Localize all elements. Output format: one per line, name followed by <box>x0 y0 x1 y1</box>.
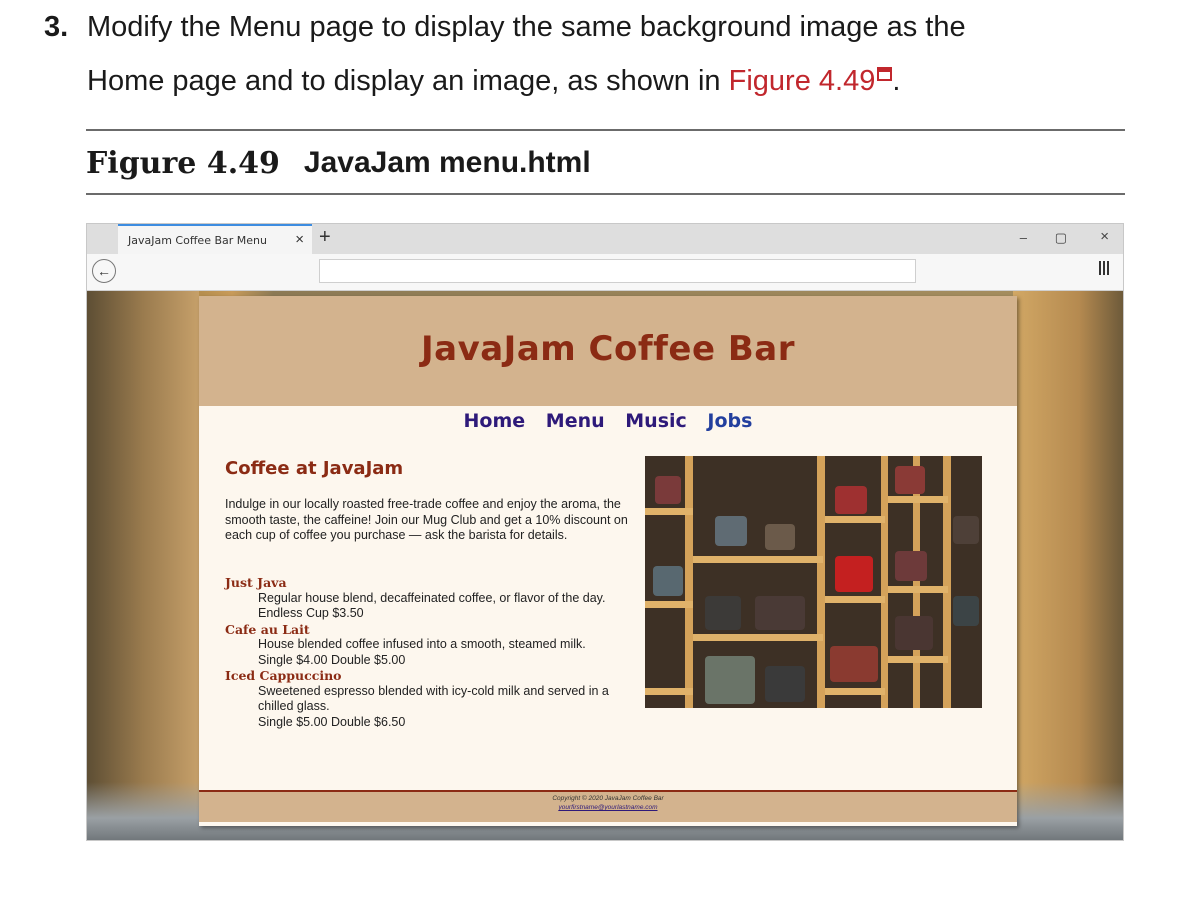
forest-background-right <box>1013 291 1123 840</box>
browser-tab[interactable]: JavaJam Coffee Bar Menu × <box>118 224 312 254</box>
browser-toolbar: ← <box>87 254 1123 291</box>
menu-item-desc: Regular house blend, decaffeinated coffe… <box>258 590 606 605</box>
figure-link[interactable]: Figure 4.49 <box>729 65 876 97</box>
tab-title: JavaJam Coffee Bar Menu <box>128 234 267 247</box>
nav-link-music[interactable]: Music <box>625 410 687 432</box>
figure-top-rule <box>86 129 1125 131</box>
site-page: JavaJam Coffee Bar Home Menu Music Jobs … <box>199 296 1017 826</box>
coffee-menu-list: Just Java Regular house blend, decaffein… <box>225 575 645 730</box>
menu-item-name: Iced Cappuccino <box>225 668 342 683</box>
nav-link-home[interactable]: Home <box>464 410 526 432</box>
copyright-text: Copyright © 2020 JavaJam Coffee Bar <box>552 795 664 802</box>
new-tab-icon[interactable]: + <box>319 226 331 249</box>
intro-paragraph: Indulge in our locally roasted free-trad… <box>225 497 628 542</box>
hamburger-menu-icon[interactable] <box>1099 261 1111 275</box>
step-text-line2: Home page and to display an image, as sh… <box>87 54 900 108</box>
tab-bar: JavaJam Coffee Bar Menu × + – ▢ × <box>87 224 1123 254</box>
page-viewport: JavaJam Coffee Bar Home Menu Music Jobs … <box>87 291 1123 840</box>
forest-background-left <box>87 291 199 840</box>
back-arrow-icon[interactable]: ← <box>92 259 116 283</box>
site-nav: Home Menu Music Jobs <box>199 410 1017 432</box>
minimize-icon[interactable]: – <box>1020 230 1027 245</box>
section-heading: Coffee at JavaJam <box>225 458 404 479</box>
nav-link-menu[interactable]: Menu <box>546 410 605 432</box>
step-text-suffix: . <box>892 65 901 97</box>
step-text-prefix: Home page and to display an image, as sh… <box>87 65 729 97</box>
menu-item-price: Endless Cup $3.50 <box>258 606 364 620</box>
menu-item-name: Just Java <box>225 575 287 590</box>
site-header: JavaJam Coffee Bar <box>199 296 1017 406</box>
site-title: JavaJam Coffee Bar <box>420 329 796 369</box>
email-link[interactable]: yourfirstname@yourlastname.com <box>199 804 1017 811</box>
step-text-line1: Modify the Menu page to display the same… <box>87 11 966 43</box>
menu-item-desc: House blended coffee infused into a smoo… <box>258 637 586 651</box>
figure-title: JavaJam menu.html <box>303 146 591 179</box>
mugs-photo <box>645 456 982 708</box>
step-number: 3. <box>44 11 69 43</box>
maximize-icon[interactable]: ▢ <box>1055 230 1067 246</box>
menu-item-price: Single $5.00 Double $6.50 <box>258 714 406 729</box>
external-link-icon[interactable] <box>877 67 893 81</box>
browser-window: JavaJam Coffee Bar Menu × + – ▢ × ← Java… <box>86 223 1124 841</box>
tab-close-icon[interactable]: × <box>295 231 304 248</box>
window-close-icon[interactable]: × <box>1100 228 1109 245</box>
figure-caption: Figure 4.49 JavaJam menu.html <box>86 140 591 186</box>
address-bar[interactable] <box>319 259 916 283</box>
site-footer: Copyright © 2020 JavaJam Coffee Bar your… <box>199 790 1017 822</box>
menu-item-price: Single $4.00 Double $5.00 <box>258 652 406 667</box>
menu-item-desc: Sweetened espresso blended with icy-cold… <box>258 683 609 714</box>
figure-bottom-rule <box>86 193 1125 195</box>
figure-label: Figure 4.49 <box>86 145 280 181</box>
nav-link-jobs[interactable]: Jobs <box>707 410 752 432</box>
menu-item-name: Cafe au Lait <box>225 621 310 637</box>
